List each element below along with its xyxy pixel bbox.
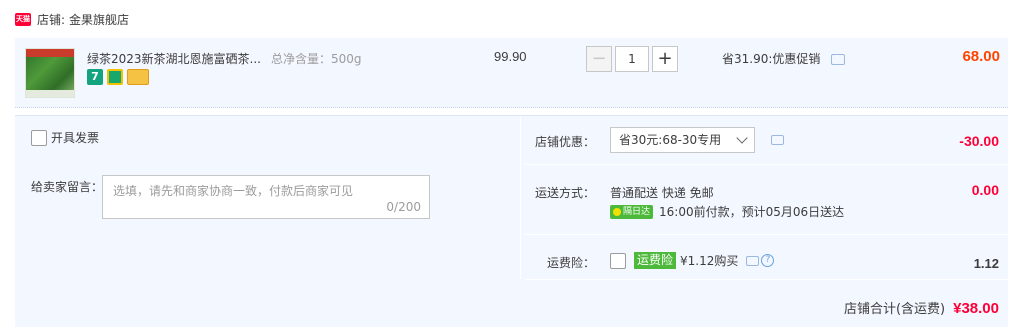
message-char-count: 0/200 [386,200,421,214]
shop-name-link[interactable]: 金果旗舰店 [69,11,129,28]
row-separator [525,279,1008,280]
item-total-price: 68.00 [962,48,1000,65]
insurance-fee: 1.12 [973,256,999,271]
coupon-discount: -30.00 [959,133,999,149]
invoice-label: 开具发票 [51,131,100,145]
row-separator [525,164,1008,165]
message-placeholder: 选填，请先和商家协商一致，付款后商家可见 [113,184,354,198]
product-title-link[interactable]: 绿茶2023新茶湖北恩施富硒茶... [87,50,265,67]
unit-price: 99.90 [494,49,527,64]
insurance-badge: 运费险 [634,252,677,269]
seller-message-textarea[interactable]: 选填，请先和商家协商一致，付款后商家可见 0/200 [102,175,430,219]
insurance-price: ¥1.12购买 [680,254,739,268]
shipping-eta: 隔日达 16:00前付款，预计05月06日送达 [610,203,844,220]
quantity-stepper: − 1 + [586,46,678,72]
message-label: 给卖家留言： [31,180,104,194]
invoice-checkbox[interactable] [31,129,47,146]
quantity-decrease-button[interactable]: − [586,46,612,72]
shipping-eta-text: 16:00前付款，预计05月06日送达 [659,205,845,219]
product-spec: 总净含量：500g [271,52,362,66]
shop-total-value: ¥38.00 [953,300,999,317]
sameday-badge: 隔日达 [610,204,654,219]
coupon-message-icon[interactable] [771,135,784,145]
quantity-input[interactable]: 1 [615,46,649,72]
product-thumbnail[interactable] [25,48,75,98]
invoice-option[interactable]: 开具发票 [31,129,99,146]
promo-text: 省31.90:优惠促销 [722,52,821,66]
lightning-icon [613,207,621,216]
insurance-label: 运费险： [546,256,595,270]
insurance-checkbox[interactable] [610,252,626,269]
card-icon[interactable] [127,69,149,85]
shop-prefix-label: 店铺: [37,12,66,27]
seven-day-return-icon[interactable]: 7 [87,69,103,85]
thumbnail-top-band [26,49,74,57]
shipping-label: 运送方式： [534,186,595,200]
row-separator [525,234,1008,235]
coupon-label: 店铺优惠： [534,135,595,149]
thumbnail-bottom-band [26,90,74,97]
quantity-increase-button[interactable]: + [652,46,678,72]
shipping-method: 普通配送 快递 免邮 [610,186,714,200]
service-tags: 7 [87,69,149,85]
coupon-select[interactable]: 省30元:68-30专用 [610,127,755,153]
sameday-badge-label: 隔日达 [623,206,651,217]
chevron-down-icon [736,132,748,144]
cart-item-row: 绿茶2023新茶湖北恩施富硒茶... 总净含量：500g 7 99.90 − 1… [15,38,1008,108]
shop-total-row: 店铺合计(含运费) ¥38.00 [844,298,999,317]
order-options-panel: 开具发票 给卖家留言： 选填，请先和商家协商一致，付款后商家可见 0/200 店… [15,115,1008,327]
insurance-option: 运费险 ¥1.12购买 ? [610,252,775,269]
shop-header: 天猫 店铺: 金果旗舰店 [15,8,129,30]
help-icon[interactable]: ? [761,254,775,267]
shipping-fee: 0.00 [971,182,999,198]
shop-total-label: 店铺合计(含运费) [843,302,946,317]
insurance-message-icon[interactable] [746,255,760,266]
promo-message-icon[interactable] [831,54,845,65]
shield-badge-icon[interactable] [107,69,123,85]
tmall-icon: 天猫 [15,12,31,26]
coupon-selected-value: 省30元:68-30专用 [619,133,722,147]
